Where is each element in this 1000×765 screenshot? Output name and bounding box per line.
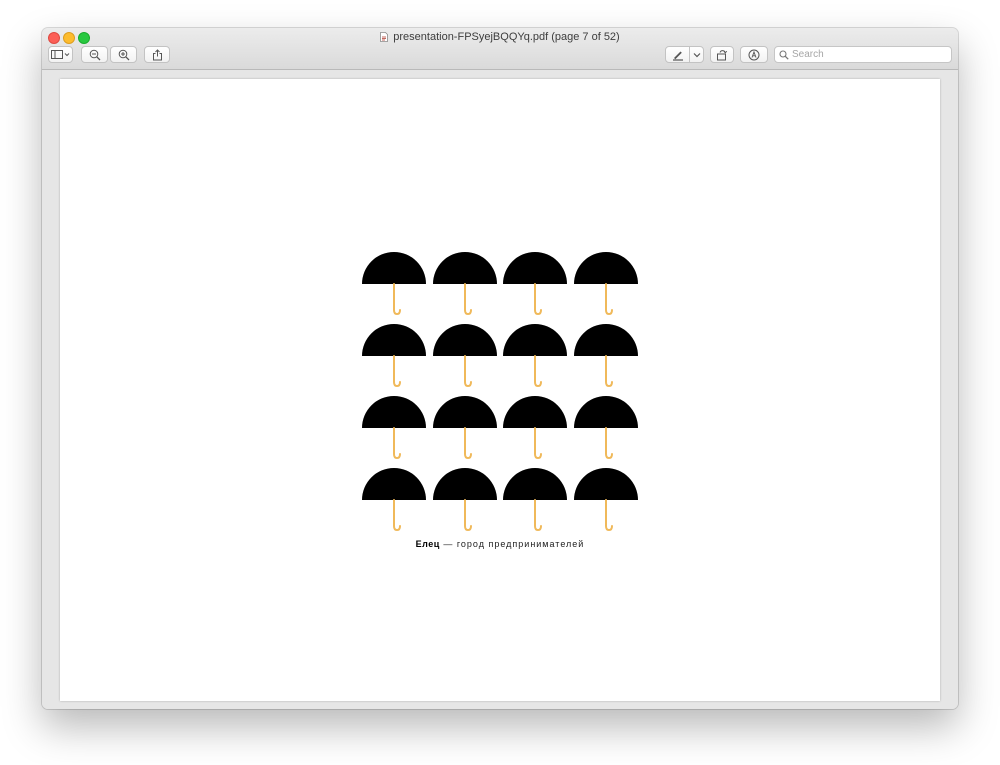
umbrella-illustration (573, 324, 638, 388)
umbrella-illustration (573, 252, 638, 316)
chevron-down-icon (693, 52, 700, 57)
window-title-area: presentation-FPSyejBQQYq.pdf (page 7 of … (42, 30, 958, 44)
share-button[interactable] (144, 46, 170, 63)
umbrella-illustration (503, 324, 567, 388)
rotate-icon (717, 49, 728, 60)
umbrella-illustration (573, 468, 638, 532)
share-icon (152, 48, 162, 60)
preview-window: presentation-FPSyejBQQYq.pdf (page 7 of … (42, 28, 958, 709)
sidebar-toggle-button[interactable] (48, 46, 73, 63)
umbrella-illustration (432, 252, 497, 316)
caption-city: Елец (415, 539, 440, 549)
umbrella-illustration (362, 468, 426, 532)
pen-icon (672, 51, 683, 60)
umbrella-illustration (432, 468, 497, 532)
umbrella-grid (362, 252, 638, 532)
umbrella-illustration (362, 252, 426, 316)
umbrella-illustration (362, 396, 426, 460)
title-bar[interactable]: presentation-FPSyejBQQYq.pdf (page 7 of … (42, 28, 958, 70)
markup-menu-button[interactable] (689, 46, 704, 63)
zoom-out-button[interactable] (81, 46, 108, 63)
zoom-in-button[interactable] (110, 46, 137, 63)
zoom-out-icon (89, 49, 100, 60)
caption-tagline: — город предпринимателей (439, 539, 585, 549)
umbrella-illustration (503, 252, 567, 316)
search-input[interactable] (792, 49, 942, 60)
search-field[interactable] (774, 46, 952, 63)
document-view[interactable]: Елец — город предпринимателей (42, 70, 958, 709)
markup-circle-icon (748, 49, 760, 60)
umbrella-illustration (503, 396, 567, 460)
sidebar-toggle-icon (51, 49, 70, 59)
window-title: presentation-FPSyejBQQYq.pdf (page 7 of … (393, 31, 620, 43)
zoom-in-icon (118, 49, 129, 60)
umbrella-illustration (573, 396, 638, 460)
umbrella-illustration (432, 324, 497, 388)
search-icon (779, 49, 789, 60)
markup-toolbar-button[interactable] (740, 46, 768, 63)
umbrella-illustration (362, 324, 426, 388)
page-caption: Елец — город предпринимателей (60, 539, 940, 549)
umbrella-illustration (432, 396, 497, 460)
markup-pen-button[interactable] (665, 46, 690, 63)
umbrella-illustration (503, 468, 567, 532)
pdf-page: Елец — город предпринимателей (60, 79, 940, 701)
pdf-document-icon (380, 32, 389, 42)
rotate-button[interactable] (710, 46, 734, 63)
